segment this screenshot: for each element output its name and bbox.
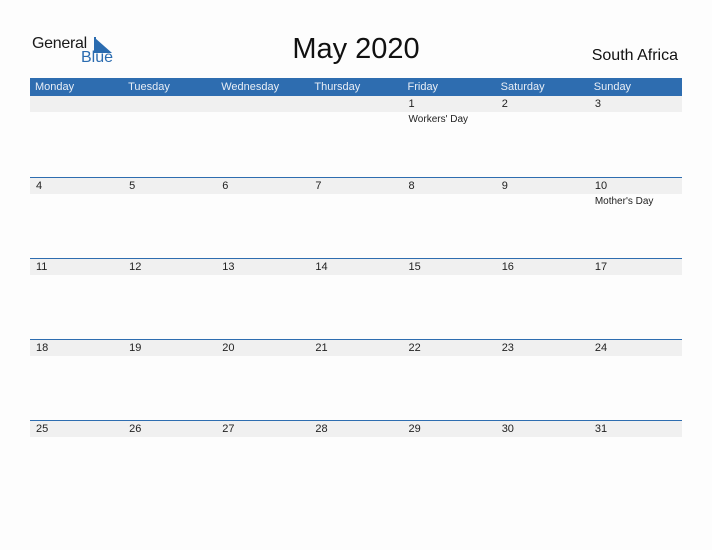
day-cell: 17 (589, 259, 682, 340)
day-number: 20 (222, 342, 235, 354)
day-cell: 10 Mother's Day (589, 178, 682, 259)
day-number: 14 (315, 261, 328, 273)
day-cell: 26 (123, 421, 216, 502)
day-number: 2 (501, 98, 508, 110)
week-row: 1 Workers' Day 2 3 (30, 96, 682, 177)
weekday-monday: Monday (35, 81, 75, 93)
day-cell (123, 96, 216, 177)
day-cell: 1 Workers' Day (403, 96, 496, 177)
day-cell: 9 (496, 178, 589, 259)
day-number: 27 (222, 423, 235, 435)
day-number: 31 (594, 423, 608, 435)
day-number: 29 (408, 423, 421, 435)
weekday-sunday: Sunday (593, 81, 632, 93)
day-cell: 6 (216, 178, 309, 259)
day-cell: 27 (216, 421, 309, 502)
day-number: 5 (129, 180, 136, 192)
day-cell: 21 (309, 340, 402, 421)
day-number: 28 (315, 423, 328, 435)
day-cell: 31 (589, 421, 682, 502)
day-cell: 30 (496, 421, 589, 502)
weekday-friday: Friday (407, 81, 439, 93)
day-number: 1 (408, 98, 415, 110)
day-number: 30 (501, 423, 514, 435)
day-number: 4 (36, 180, 43, 192)
day-cell: 28 (309, 421, 402, 502)
day-number: 18 (36, 342, 49, 354)
day-number: 11 (36, 261, 48, 273)
day-cell: 13 (216, 259, 309, 340)
day-cell: 2 (496, 96, 589, 177)
day-cell: 11 (30, 259, 123, 340)
day-number: 9 (501, 180, 508, 192)
day-cell (309, 96, 402, 177)
day-cell: 16 (496, 259, 589, 340)
day-number: 24 (594, 342, 608, 354)
day-cell: 18 (30, 340, 123, 421)
weekday-saturday: Saturday (500, 81, 545, 93)
day-number: 15 (408, 261, 421, 273)
day-cell: 5 (123, 178, 216, 259)
day-cell: 14 (309, 259, 402, 340)
day-cell: 20 (216, 340, 309, 421)
day-number: 7 (315, 180, 322, 192)
day-number: 22 (408, 342, 421, 354)
weekday-thursday: Thursday (314, 81, 361, 93)
day-cell: 8 (403, 178, 496, 259)
day-cell: 3 (589, 96, 682, 177)
day-cell: 23 (496, 340, 589, 421)
holiday-label: Mother's Day (594, 196, 654, 207)
day-cell: 24 (589, 340, 682, 421)
day-cell: 15 (403, 259, 496, 340)
week-row: 11 12 13 14 15 16 17 (30, 258, 682, 340)
day-number: 3 (594, 98, 601, 110)
day-number: 17 (594, 261, 608, 273)
day-cell (216, 96, 309, 177)
week-row: 4 5 6 7 8 9 10 Mother's Day (30, 177, 682, 259)
day-number: 8 (408, 180, 415, 192)
day-number: 6 (222, 180, 229, 192)
holiday-label: Workers' Day (408, 114, 469, 125)
day-number: 10 (594, 180, 608, 192)
day-cell: 19 (123, 340, 216, 421)
day-cell: 12 (123, 259, 216, 340)
day-number: 19 (129, 342, 142, 354)
day-cell: 29 (403, 421, 496, 502)
weekday-tuesday: Tuesday (128, 81, 170, 93)
day-cell: 25 (30, 421, 123, 502)
day-number: 16 (501, 261, 514, 273)
day-number: 26 (129, 423, 142, 435)
week-row: 25 26 27 28 29 30 31 (30, 420, 682, 502)
day-number: 25 (36, 423, 49, 435)
day-cell (30, 96, 123, 177)
weekday-wednesday: Wednesday (221, 81, 280, 93)
day-number: 21 (315, 342, 328, 354)
day-number: 12 (129, 261, 142, 273)
week-row: 18 19 20 21 22 23 24 (30, 339, 682, 421)
country-label: South Africa (591, 47, 678, 64)
weekday-header: Monday Tuesday Wednesday Thursday Friday… (30, 78, 682, 96)
day-cell: 7 (309, 178, 402, 259)
day-cell: 22 (403, 340, 496, 421)
day-cell: 4 (30, 178, 123, 259)
day-number: 23 (501, 342, 514, 354)
day-number: 13 (222, 261, 235, 273)
